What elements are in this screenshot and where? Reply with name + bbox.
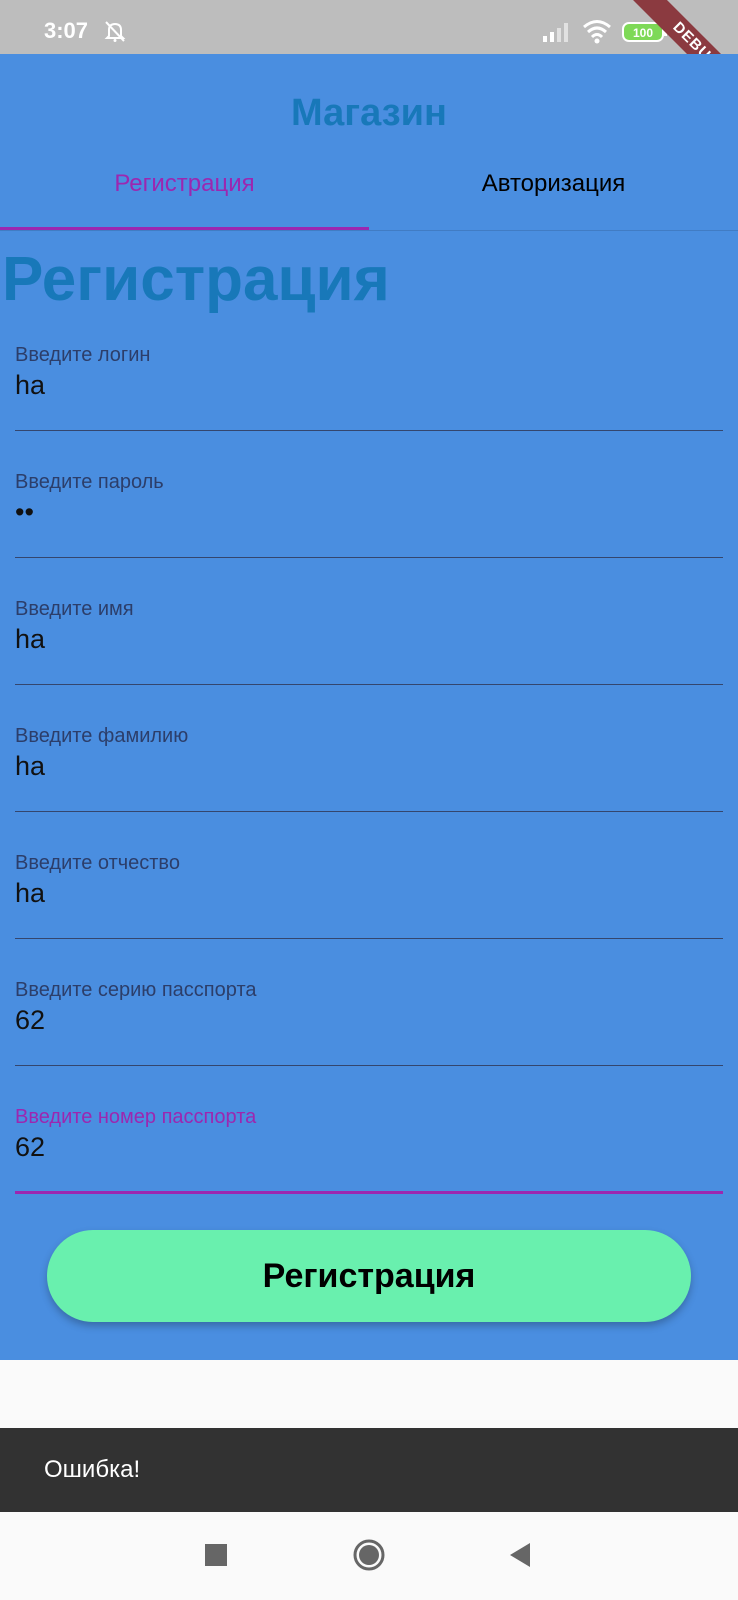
tab-registration[interactable]: Регистрация xyxy=(0,170,369,220)
password-underline xyxy=(15,557,723,558)
login-underline xyxy=(15,430,723,431)
first-name-label: Введите имя xyxy=(15,598,134,620)
patronymic-field[interactable]: Введите отчество ha xyxy=(15,852,723,962)
register-button[interactable]: Регистрация xyxy=(47,1230,691,1322)
last-name-underline xyxy=(15,811,723,812)
patronymic-underline xyxy=(15,938,723,939)
tab-authorization[interactable]: Авторизация xyxy=(369,170,738,220)
password-value[interactable]: •• xyxy=(15,497,34,528)
patronymic-label: Введите отчество xyxy=(15,852,180,874)
passport-number-value[interactable]: 62 xyxy=(15,1132,45,1163)
first-name-value[interactable]: ha xyxy=(15,624,45,655)
page-title: Регистрация xyxy=(2,245,390,314)
error-snackbar: Ошибка! xyxy=(0,1428,738,1512)
login-value[interactable]: ha xyxy=(15,370,45,401)
registration-screen: Магазин Регистрация Авторизация Регистра… xyxy=(0,54,738,1360)
last-name-label: Введите фамилию xyxy=(15,725,189,747)
first-name-underline xyxy=(15,684,723,685)
passport-series-underline xyxy=(15,1065,723,1066)
recent-apps-icon[interactable] xyxy=(205,1544,227,1566)
first-name-field[interactable]: Введите имя ha xyxy=(15,598,723,708)
passport-series-value[interactable]: 62 xyxy=(15,1005,45,1036)
app-title: Магазин xyxy=(291,92,447,134)
wifi-icon xyxy=(583,20,611,44)
passport-number-field[interactable]: Введите номер пасспорта 62 xyxy=(15,1106,723,1216)
system-nav-bar xyxy=(0,1512,738,1600)
passport-number-label: Введите номер пасспорта xyxy=(15,1106,257,1128)
passport-series-field[interactable]: Введите серию пасспорта 62 xyxy=(15,979,723,1089)
last-name-field[interactable]: Введите фамилию ha xyxy=(15,725,723,835)
passport-series-label: Введите серию пасспорта xyxy=(15,979,257,1001)
status-time: 3:07 xyxy=(44,18,89,43)
patronymic-value[interactable]: ha xyxy=(15,878,45,909)
passport-number-underline xyxy=(15,1191,723,1194)
login-label: Введите логин xyxy=(15,344,151,366)
tab-divider xyxy=(0,230,738,231)
login-field[interactable]: Введите логин ha xyxy=(15,344,723,454)
password-field[interactable]: Введите пароль •• xyxy=(15,471,723,581)
password-label: Введите пароль xyxy=(15,471,164,493)
snackbar-message: Ошибка! xyxy=(44,1456,141,1483)
bell-off-icon xyxy=(104,21,126,42)
last-name-value[interactable]: ha xyxy=(15,751,45,782)
signal-icon xyxy=(543,23,568,42)
home-icon[interactable] xyxy=(352,1538,386,1572)
back-icon[interactable] xyxy=(508,1542,532,1568)
